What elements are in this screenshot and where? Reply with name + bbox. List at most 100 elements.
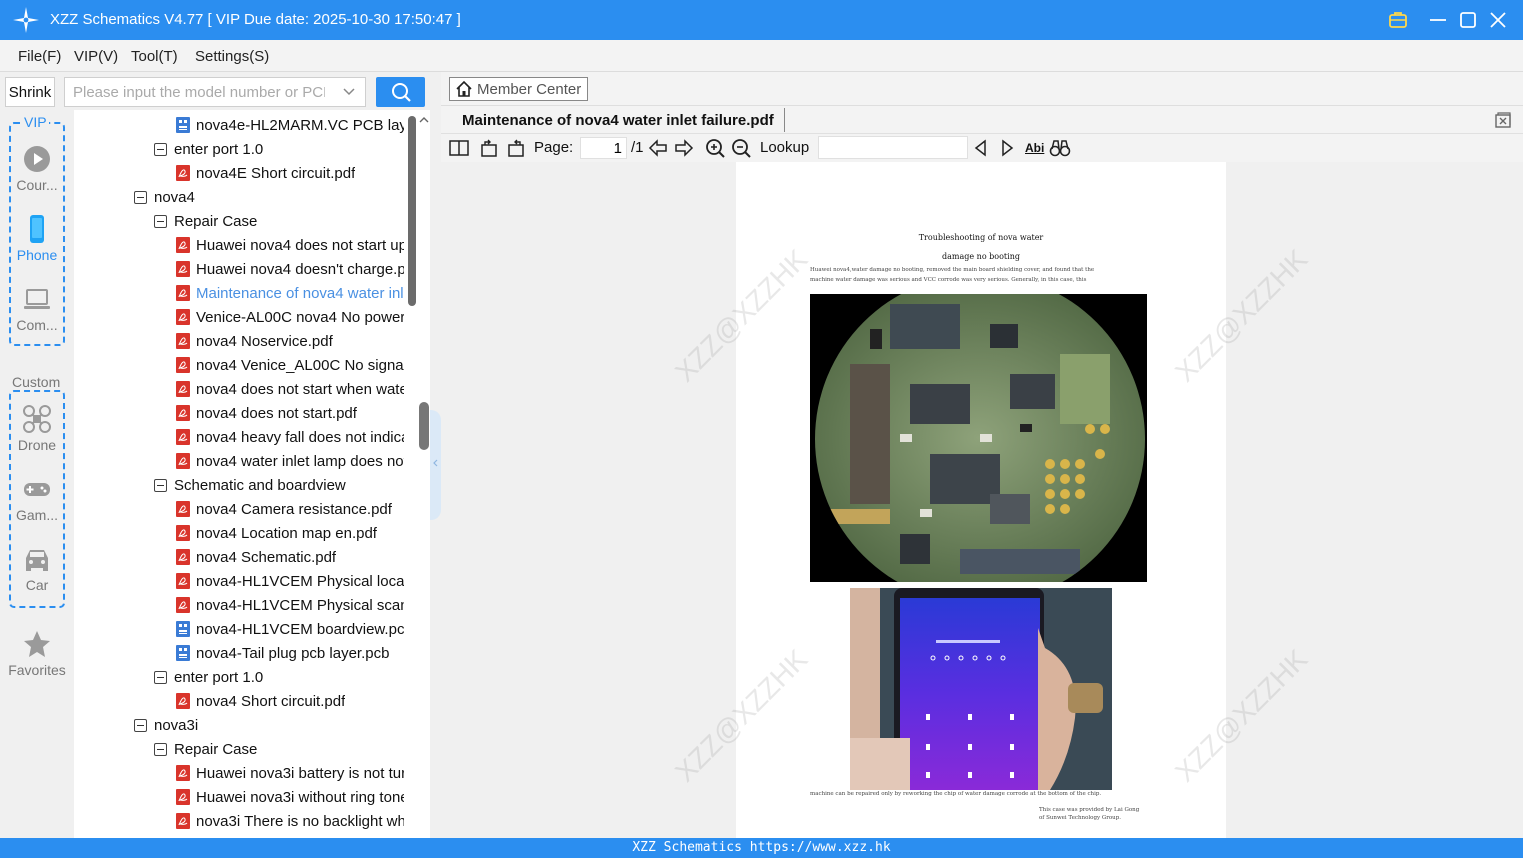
pdf-file-icon bbox=[176, 333, 190, 349]
next-page-arrow-icon[interactable] bbox=[673, 137, 695, 159]
zoom-out-icon[interactable] bbox=[730, 137, 752, 159]
tree-file-row[interactable]: nova3i There is no backlight when bbox=[176, 809, 404, 833]
member-center-button[interactable]: Member Center bbox=[449, 77, 588, 101]
tree-file-row[interactable]: nova4-Tail plug pcb layer.pcb bbox=[176, 641, 404, 665]
custom-group-label: Custom bbox=[10, 374, 63, 390]
collapse-minus-icon[interactable] bbox=[154, 142, 167, 156]
drone-icon bbox=[23, 405, 51, 433]
tree-folder-row[interactable]: nova4 bbox=[134, 185, 404, 209]
collapse-minus-icon[interactable] bbox=[154, 214, 167, 228]
search-icon bbox=[391, 83, 411, 102]
find-next-icon[interactable] bbox=[996, 137, 1018, 159]
collapse-minus-icon[interactable] bbox=[154, 742, 167, 756]
tree-file-row[interactable]: nova4 Schematic.pdf bbox=[176, 545, 404, 569]
chevron-left-icon bbox=[433, 459, 438, 467]
close-document-icon[interactable] bbox=[1493, 110, 1513, 130]
tree-file-row[interactable]: nova4 does not start.pdf bbox=[176, 401, 404, 425]
rail-item-favorites[interactable]: Favorites bbox=[0, 629, 74, 678]
tree-folder-row[interactable]: nova3i bbox=[134, 713, 404, 737]
tree-file-row[interactable]: Huawei nova4 doesn't charge.pdf bbox=[176, 257, 404, 281]
page-number-input[interactable] bbox=[580, 137, 627, 159]
lookup-input[interactable] bbox=[818, 136, 968, 159]
shrink-button[interactable]: Shrink bbox=[5, 77, 55, 107]
scroll-up-icon[interactable] bbox=[418, 114, 430, 126]
collapse-minus-icon[interactable] bbox=[154, 478, 167, 492]
model-search-input[interactable] bbox=[65, 78, 325, 106]
collapse-minus-icon[interactable] bbox=[134, 190, 147, 204]
tree-file-row[interactable]: nova4-HL1VCEM boardview.pcb bbox=[176, 617, 404, 641]
tree-file-row[interactable]: nova4-HL1VCEM Physical scanning bbox=[176, 593, 404, 617]
pdf-file-icon bbox=[176, 285, 190, 301]
binoculars-icon[interactable] bbox=[1049, 137, 1071, 159]
tree-row-label: nova4 bbox=[154, 188, 195, 206]
rotate-left-icon[interactable] bbox=[478, 137, 500, 159]
tree-file-row[interactable]: nova4 heavy fall does not indicate bbox=[176, 425, 404, 449]
tree-file-row[interactable]: nova4-HL1VCEM Physical location bbox=[176, 569, 404, 593]
tree-file-row[interactable]: nova4 Camera resistance.pdf bbox=[176, 497, 404, 521]
rail-item-game[interactable]: Gam... bbox=[0, 474, 74, 523]
tree-file-row[interactable]: nova4 does not start when water bbox=[176, 377, 404, 401]
sidebar-toggle-icon[interactable] bbox=[448, 137, 470, 159]
pdf-file-icon bbox=[176, 165, 190, 181]
tree-file-row[interactable]: nova4 Venice_AL00C No signal bbox=[176, 353, 404, 377]
vip-bag-icon[interactable] bbox=[1387, 9, 1409, 31]
tree-file-row[interactable]: Huawei nova4 does not start up.pdf bbox=[176, 233, 404, 257]
tree-file-row[interactable]: nova4e-HL2MARM.VC PCB layer.pcb bbox=[176, 113, 404, 137]
tree-file-row[interactable]: Venice-AL00C nova4 No power bbox=[176, 305, 404, 329]
tree-folder-row[interactable]: Repair Case bbox=[154, 737, 404, 761]
rail-item-label: Com... bbox=[16, 317, 58, 333]
pdf-credit-line-2: of Sunwei Technology Group. bbox=[1039, 815, 1121, 821]
zoom-in-icon[interactable] bbox=[704, 137, 726, 159]
rotate-right-icon[interactable] bbox=[505, 137, 527, 159]
tree-folder-row[interactable]: Repair Case bbox=[154, 209, 404, 233]
tree-row-label: nova4 Location map en.pdf bbox=[196, 524, 377, 542]
match-case-toggle[interactable]: Abi bbox=[1025, 141, 1044, 155]
minimize-icon[interactable] bbox=[1427, 9, 1449, 31]
tree-file-row[interactable]: Maintenance of nova4 water inlet failure… bbox=[176, 281, 404, 305]
rail-item-courses[interactable]: Cour... bbox=[0, 144, 74, 193]
menu-file[interactable]: File(F) bbox=[18, 48, 61, 65]
tree-folder-row[interactable]: enter port 1.0 bbox=[154, 137, 404, 161]
menu-settings[interactable]: Settings(S) bbox=[195, 48, 269, 65]
tree-file-row[interactable]: nova4 Noservice.pdf bbox=[176, 329, 404, 353]
rail-item-label: Favorites bbox=[8, 662, 66, 678]
splitter-grip[interactable] bbox=[419, 402, 429, 450]
menu-vip[interactable]: VIP(V) bbox=[74, 48, 118, 65]
pdf-body-line-1: Huawei nova4,water damage no booting, re… bbox=[810, 267, 1095, 273]
car-icon bbox=[26, 550, 48, 571]
pdf-file-icon bbox=[176, 501, 190, 517]
panel-collapse-handle[interactable] bbox=[430, 410, 441, 520]
tree-folder-row[interactable]: enter port 1.0 bbox=[154, 665, 404, 689]
home-icon bbox=[456, 80, 472, 97]
pdf-file-icon bbox=[176, 405, 190, 421]
tree-row-label: enter port 1.0 bbox=[174, 668, 264, 686]
menu-tool[interactable]: Tool(T) bbox=[131, 48, 178, 65]
rail-item-computer[interactable]: Com... bbox=[0, 284, 74, 333]
rail-item-label: Phone bbox=[16, 247, 58, 263]
model-search-combobox[interactable] bbox=[64, 77, 366, 107]
tree-file-row[interactable]: nova4E Short circuit.pdf bbox=[176, 161, 404, 185]
prev-page-arrow-icon[interactable] bbox=[647, 137, 669, 159]
pdf-file-icon bbox=[176, 357, 190, 373]
collapse-minus-icon[interactable] bbox=[134, 718, 147, 732]
close-icon[interactable] bbox=[1487, 9, 1509, 31]
tree-file-row[interactable]: nova4 Location map en.pdf bbox=[176, 521, 404, 545]
maximize-icon[interactable] bbox=[1457, 9, 1479, 31]
tree-file-row[interactable]: nova4 water inlet lamp does not bbox=[176, 449, 404, 473]
document-tab[interactable]: Maintenance of nova4 water inlet failure… bbox=[452, 108, 785, 132]
tree-file-row[interactable]: nova4 Short circuit.pdf bbox=[176, 689, 404, 713]
rail-item-phone[interactable]: Phone bbox=[0, 214, 74, 263]
chevron-down-icon[interactable] bbox=[342, 85, 356, 99]
find-previous-icon[interactable] bbox=[970, 137, 992, 159]
tree-scrollbar-thumb[interactable] bbox=[408, 116, 416, 306]
tree-folder-row[interactable]: Schematic and boardview bbox=[154, 473, 404, 497]
search-button[interactable] bbox=[376, 77, 425, 107]
collapse-minus-icon[interactable] bbox=[154, 670, 167, 684]
tree-row-label: nova4E Short circuit.pdf bbox=[196, 164, 356, 182]
tree-file-row[interactable]: Huawei nova3i without ring tone bbox=[176, 785, 404, 809]
rail-item-drone[interactable]: Drone bbox=[0, 404, 74, 453]
pdf-file-icon bbox=[176, 237, 190, 253]
tree-row-label: nova3i There is no backlight when bbox=[196, 812, 404, 830]
rail-item-car[interactable]: Car bbox=[0, 544, 74, 593]
tree-file-row[interactable]: Huawei nova3i battery is not turned on bbox=[176, 761, 404, 785]
